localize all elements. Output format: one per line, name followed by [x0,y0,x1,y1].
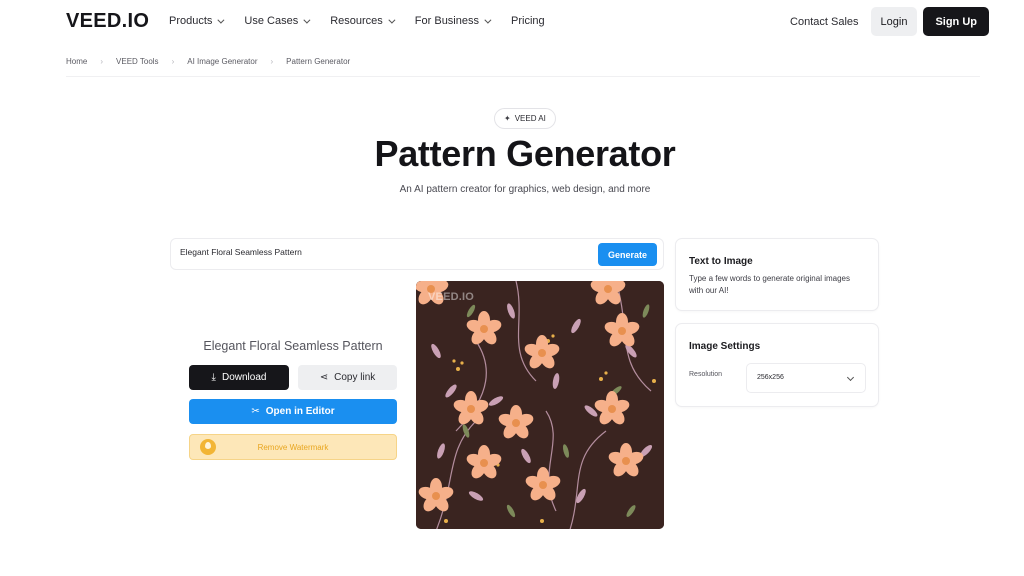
menu-use-cases[interactable]: Use Cases [244,15,311,27]
copy-link-label: Copy link [334,372,376,383]
breadcrumb-veed-tools[interactable]: VEED Tools [116,57,159,66]
image-settings-card: Image Settings Resolution 256x256 [675,323,879,407]
chevron-down-icon [217,16,225,24]
page-title: Pattern Generator [374,133,676,174]
menu-pricing-label: Pricing [511,15,545,27]
download-label: Download [221,372,267,383]
scissors-icon: ✂ [251,405,260,417]
menu-resources-label: Resources [330,15,383,27]
prompt-input[interactable] [180,247,580,257]
breadcrumb-ai-image-generator[interactable]: AI Image Generator [187,57,257,66]
menu-for-business-label: For Business [414,15,479,27]
copy-link-button[interactable]: ⋖ Copy link [298,365,397,390]
breadcrumb-separator-icon: › [171,57,175,66]
top-navigation: VEED.IO Products Use Cases Resources For… [0,0,1024,44]
text-to-image-card[interactable]: Text to Image Type a few words to genera… [675,238,879,311]
menu-resources[interactable]: Resources [330,15,396,27]
badge-label: VEED AI [514,114,546,123]
breadcrumb-home[interactable]: Home [66,57,87,66]
generated-pattern-image[interactable]: VEED.IO [416,281,664,529]
chevron-down-icon [303,16,311,24]
text-to-image-description: Type a few words to generate original im… [689,274,850,295]
remove-watermark-label: Remove Watermark [257,442,329,452]
menu-use-cases-label: Use Cases [244,15,299,27]
image-watermark: VEED.IO [428,291,475,303]
floral-pattern [416,281,664,529]
download-button[interactable]: ⤓ Download [189,365,289,390]
header-divider [66,76,980,77]
text-to-image-title: Text to Image [689,256,753,267]
veed-logo[interactable]: VEED.IO [66,10,149,33]
resolution-label: Resolution [689,371,723,378]
nav-actions: Contact Sales Login Sign Up [790,7,989,36]
remove-watermark-button[interactable]: Remove Watermark [189,434,397,460]
signup-button[interactable]: Sign Up [923,7,989,36]
breadcrumb: Home › VEED Tools › AI Image Generator ›… [66,57,350,66]
breadcrumb-separator-icon: › [270,57,274,66]
prompt-bar: Generate [170,238,664,270]
download-icon: ⤓ [211,371,216,383]
menu-products[interactable]: Products [169,15,225,27]
chevron-down-icon [846,373,855,382]
chevron-down-icon [484,16,492,24]
resolution-value: 256x256 [757,374,784,381]
main-menu: Products Use Cases Resources For Busines… [169,15,567,27]
menu-pricing[interactable]: Pricing [511,15,545,27]
contact-sales-link[interactable]: Contact Sales [790,16,858,28]
chevron-down-icon [388,16,396,24]
share-icon: ⋖ [319,371,329,383]
login-button[interactable]: Login [870,7,918,36]
generate-button[interactable]: Generate [597,243,657,266]
menu-for-business[interactable]: For Business [414,15,492,27]
veed-ai-badge: ✦ VEED AI [494,108,556,129]
open-in-editor-label: Open in Editor [265,406,335,417]
result-title: Elegant Floral Seamless Pattern [203,339,383,353]
crown-icon [200,439,216,455]
image-settings-title: Image Settings [689,341,761,352]
sparkle-icon: ✦ [504,114,511,123]
page-subtitle: An AI pattern creator for graphics, web … [399,184,651,195]
resolution-select[interactable]: 256x256 [746,363,866,393]
breadcrumb-separator-icon: › [100,57,104,66]
open-in-editor-button[interactable]: ✂ Open in Editor [189,399,397,424]
breadcrumb-current: Pattern Generator [286,57,351,66]
menu-products-label: Products [169,15,213,27]
